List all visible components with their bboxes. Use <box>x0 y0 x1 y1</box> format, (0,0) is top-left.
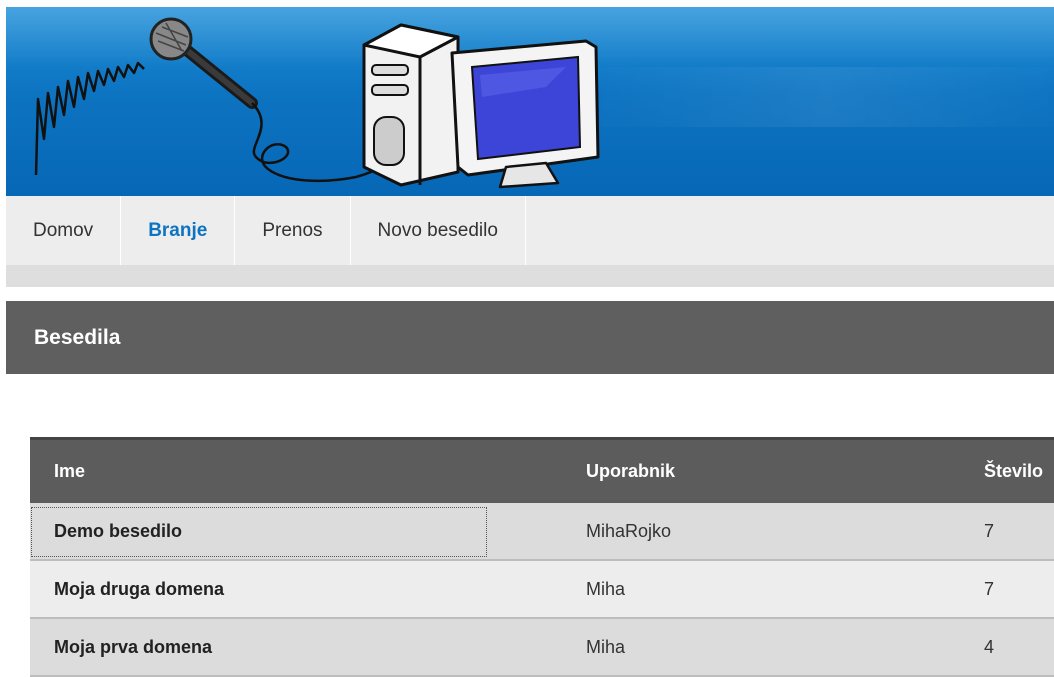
nav-item-branje[interactable]: Branje <box>121 196 236 265</box>
column-header-ime[interactable]: Ime <box>54 461 85 482</box>
table-row[interactable]: Demo besedilo MihaRojko 7 <box>30 503 1054 561</box>
row-user: MihaRojko <box>586 520 672 541</box>
column-header-uporabnik[interactable]: Uporabnik <box>586 461 675 482</box>
section-title-bar: Besedila <box>6 301 1054 374</box>
texts-table: Ime Uporabnik Število Demo besedilo Miha… <box>30 437 1054 677</box>
column-header-stevilo[interactable]: Število <box>984 461 1043 482</box>
table-header: Ime Uporabnik Število <box>30 437 1054 503</box>
site-header <box>6 7 1054 196</box>
table-row[interactable]: Moja prva domena Miha 4 <box>30 619 1054 677</box>
main-nav: Domov Branje Prenos Novo besedilo <box>6 196 1054 265</box>
nav-item-prenos[interactable]: Prenos <box>235 196 351 265</box>
row-count: 7 <box>984 520 995 541</box>
nav-item-novo-besedilo[interactable]: Novo besedilo <box>351 196 526 265</box>
row-name-link[interactable]: Demo besedilo <box>54 521 182 542</box>
row-count: 4 <box>984 636 995 657</box>
nav-item-domov[interactable]: Domov <box>6 196 122 265</box>
row-user: Miha <box>586 636 626 657</box>
computer-icon <box>362 23 600 189</box>
row-name-link[interactable]: Moja prva domena <box>54 637 212 658</box>
row-user: Miha <box>586 578 626 599</box>
sound-wave-icon <box>34 61 145 176</box>
nav-underbar <box>6 265 1054 287</box>
row-name-link[interactable]: Moja druga domena <box>54 579 224 600</box>
table-row[interactable]: Moja druga domena Miha 7 <box>30 561 1054 619</box>
section-title: Besedila <box>34 325 121 349</box>
row-count: 7 <box>984 578 995 599</box>
logo <box>34 17 600 189</box>
